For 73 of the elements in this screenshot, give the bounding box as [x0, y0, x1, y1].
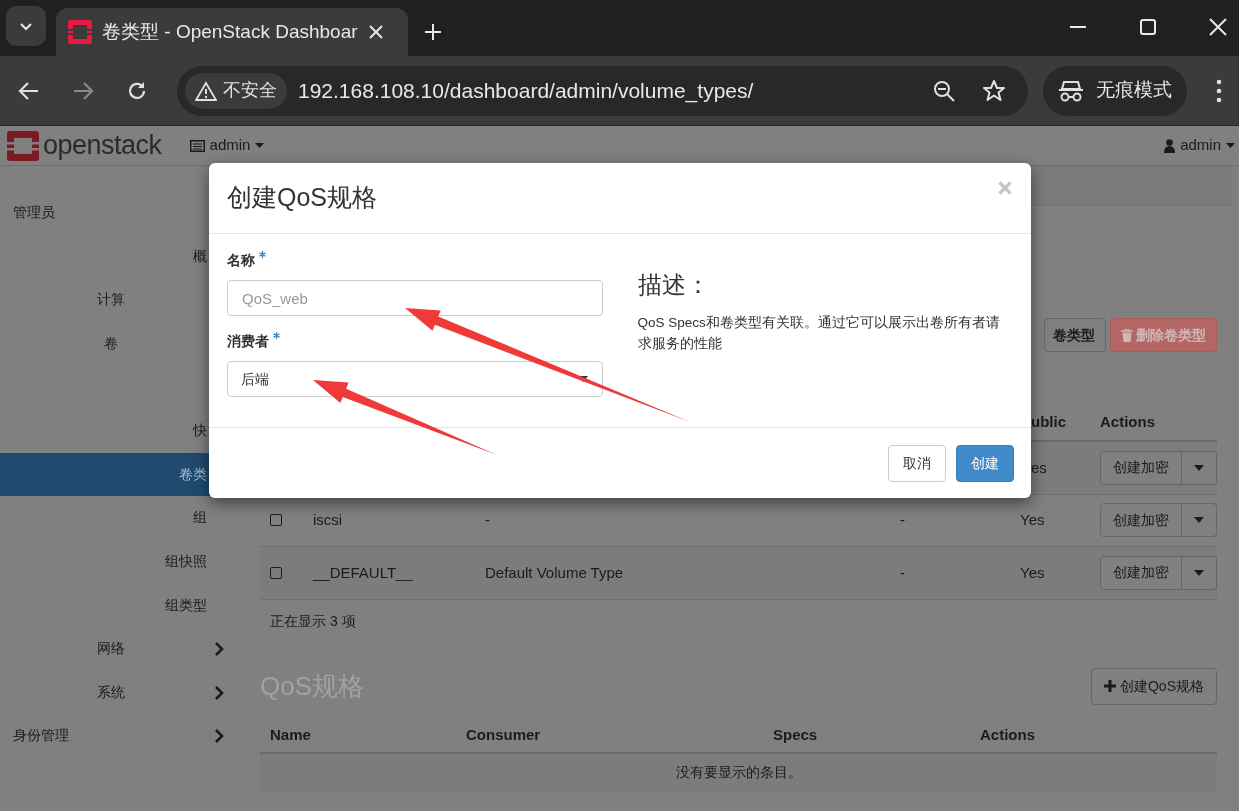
- description-cell: -: [485, 511, 490, 528]
- create-button[interactable]: 卷类型: [1044, 318, 1106, 352]
- user-icon: [1164, 138, 1176, 153]
- caret-icon: [1194, 464, 1204, 471]
- back-icon[interactable]: [18, 79, 40, 102]
- description-cell: Default Volume Type: [485, 563, 624, 581]
- checkbox[interactable]: [270, 514, 282, 527]
- modal-title: 创建QoS规格: [227, 182, 378, 214]
- column-header: Consumer: [466, 726, 541, 744]
- field-label: 消费者: [227, 332, 269, 351]
- sidebar-item[interactable]: 组: [0, 496, 245, 540]
- star-icon[interactable]: [982, 78, 1006, 103]
- field-label: 名称: [227, 251, 255, 270]
- sidebar-item[interactable]: 组快照: [0, 539, 245, 584]
- table-cell: -: [900, 511, 905, 528]
- address-bar[interactable]: 不安全 192.168.108.10/dashboard/admin/volume_types/: [177, 65, 1028, 116]
- dropdown-toggle[interactable]: [1182, 503, 1217, 538]
- input-field[interactable]: QoS_web: [227, 280, 603, 316]
- encrypt-button[interactable]: 创建加密: [1100, 503, 1182, 538]
- caret-icon: [1194, 517, 1204, 524]
- column-header: Name: [270, 726, 311, 744]
- zoom-out-icon[interactable]: [932, 78, 956, 103]
- encrypt-button[interactable]: 创建加密: [1100, 555, 1182, 590]
- incognito-icon: [1058, 78, 1084, 103]
- sidebar-item[interactable]: 组类型: [0, 583, 245, 627]
- dropdown-toggle[interactable]: [1182, 450, 1217, 485]
- cancel-button[interactable]: 取消: [888, 444, 946, 482]
- list-icon: [189, 139, 205, 152]
- column-header: Specs: [773, 726, 818, 744]
- project-dropdown[interactable]: admin: [189, 134, 265, 157]
- tab-title: 卷类型 - OpenStack Dashboar: [102, 19, 358, 44]
- create-qos-button[interactable]: 创建QoS规格: [1091, 667, 1217, 705]
- security-chip[interactable]: 不安全: [185, 72, 287, 109]
- chevron-icon[interactable]: [213, 729, 225, 744]
- logo-text[interactable]: openstack: [43, 132, 162, 159]
- column-header: ublic: [1031, 412, 1066, 430]
- user-dropdown[interactable]: admin: [1164, 134, 1235, 157]
- trash-icon: [1121, 328, 1133, 342]
- sidebar-group[interactable]: 网络: [0, 626, 245, 671]
- table-cell: -: [900, 563, 905, 581]
- warning-icon: [195, 80, 217, 101]
- name-cell: __DEFAULT__: [313, 563, 413, 581]
- caret-icon: [255, 143, 265, 148]
- plus-icon: [1104, 680, 1116, 692]
- maximize-icon[interactable]: [1139, 18, 1157, 36]
- create-button[interactable]: 创建: [956, 444, 1014, 482]
- chevron-icon[interactable]: [213, 641, 225, 656]
- empty-message: 没有要显示的条目。: [675, 763, 802, 782]
- caret-icon: [1194, 569, 1204, 576]
- url-text: 192.168.108.10/dashboard/admin/volume_types/: [298, 77, 754, 105]
- menu-icon[interactable]: [1216, 78, 1222, 103]
- item-count: 正在显示 3 项: [270, 611, 357, 631]
- checkbox[interactable]: [270, 566, 282, 579]
- sidebar-group[interactable]: 系统: [0, 670, 245, 715]
- encrypt-button[interactable]: 创建加密: [1100, 450, 1182, 485]
- name-cell: iscsi: [313, 511, 343, 528]
- description-text: QoS Specs和卷类型有关联。通过它可以展示出卷所有者请求服务的性能: [637, 314, 1001, 353]
- public-cell: Yes: [1020, 511, 1045, 528]
- openstack-logo-icon: [68, 20, 92, 44]
- browser-tab[interactable]: 卷类型 - OpenStack Dashboar: [56, 8, 408, 56]
- forward-icon[interactable]: [72, 79, 94, 102]
- column-header: Actions: [1100, 411, 1155, 432]
- caret-icon: [1226, 143, 1235, 148]
- chevron-icon[interactable]: [213, 685, 225, 700]
- new-tab-icon[interactable]: [424, 23, 442, 41]
- dropdown-toggle[interactable]: [1182, 555, 1217, 590]
- public-cell: es: [1031, 458, 1047, 476]
- sidebar-group[interactable]: 身份管理: [0, 714, 245, 758]
- public-cell: Yes: [1020, 563, 1045, 581]
- column-header: Actions: [980, 726, 1035, 744]
- openstack-logo-icon[interactable]: [7, 130, 39, 161]
- incognito-button[interactable]: 无痕模式: [1043, 65, 1187, 116]
- description-title: 描述：: [637, 270, 711, 300]
